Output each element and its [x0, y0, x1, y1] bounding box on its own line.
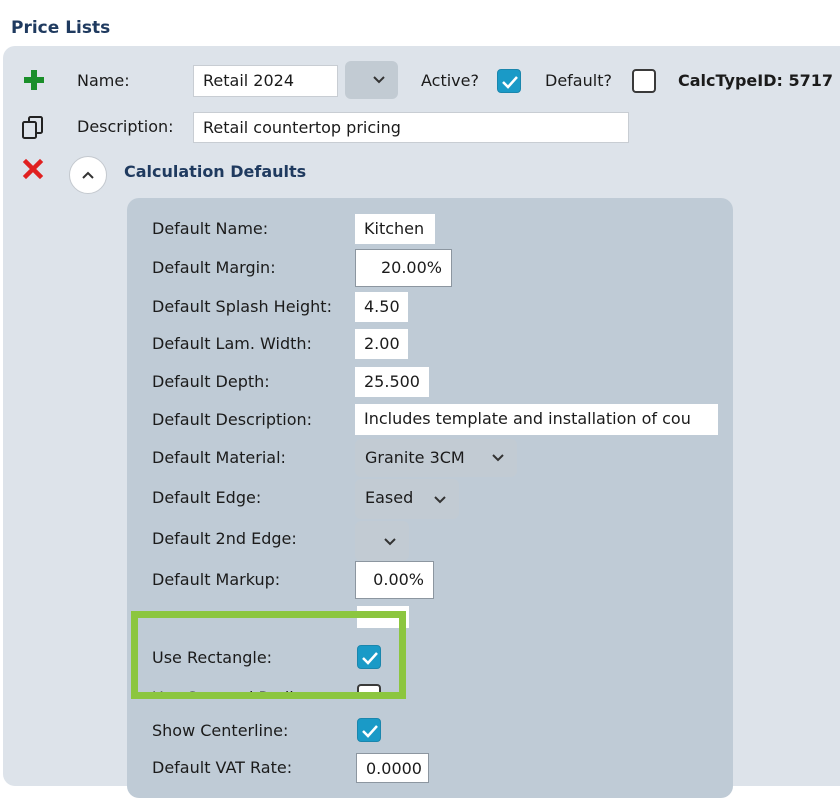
default-2nd-edge-label: Default 2nd Edge: — [152, 529, 297, 548]
default-checkbox[interactable] — [632, 69, 656, 93]
default-lam-width-label: Default Lam. Width: — [152, 334, 312, 353]
default-name-label: Default Name: — [152, 219, 269, 238]
default-splash-height-input[interactable]: 4.50 — [355, 292, 408, 322]
chevron-up-icon — [82, 171, 94, 179]
default-material-label: Default Material: — [152, 448, 286, 467]
default-lam-width-input[interactable]: 2.00 — [355, 329, 408, 359]
chevron-down-icon — [431, 479, 449, 517]
name-dropdown[interactable] — [345, 61, 398, 99]
chevron-down-icon — [489, 439, 507, 477]
default-2nd-edge-dropdown[interactable] — [355, 521, 409, 561]
default-markup-input[interactable]: 0.00% — [355, 561, 434, 599]
show-centerline-label: Show Centerline: — [152, 721, 289, 740]
close-icon[interactable] — [22, 158, 44, 180]
default-material-dropdown[interactable]: Granite 3CM — [355, 439, 517, 477]
chevron-down-icon — [381, 521, 399, 559]
description-input[interactable]: Retail countertop pricing — [193, 112, 629, 143]
default-description-label: Default Description: — [152, 410, 313, 429]
active-checkbox[interactable] — [497, 69, 521, 93]
description-label: Description: — [77, 117, 174, 136]
active-label: Active? — [421, 71, 479, 90]
collapse-button[interactable] — [69, 156, 107, 194]
checkmark-icon — [362, 725, 378, 738]
default-edge-dropdown[interactable]: Eased — [355, 479, 459, 519]
default-label: Default? — [545, 71, 612, 90]
page-title: Price Lists — [11, 18, 111, 38]
default-name-input[interactable]: Kitchen — [355, 214, 435, 244]
default-vat-rate-label: Default VAT Rate: — [152, 758, 293, 777]
default-material-value: Granite 3CM — [365, 448, 465, 467]
default-margin-input[interactable]: 20.00% — [355, 249, 452, 287]
highlight-box — [131, 611, 406, 699]
default-margin-label: Default Margin: — [152, 258, 276, 277]
name-label: Name: — [77, 71, 130, 90]
calc-type-id: CalcTypeID: 5717 — [678, 71, 833, 90]
default-vat-rate-input[interactable]: 0.0000 — [356, 753, 429, 783]
chevron-down-icon — [370, 61, 388, 99]
show-centerline-checkbox[interactable] — [357, 718, 381, 742]
default-splash-height-label: Default Splash Height: — [152, 297, 332, 316]
plus-icon[interactable] — [22, 68, 46, 92]
default-depth-input[interactable]: 25.500 — [355, 367, 429, 397]
default-depth-label: Default Depth: — [152, 372, 270, 391]
default-edge-label: Default Edge: — [152, 488, 262, 507]
checkmark-icon — [502, 76, 518, 89]
copy-icon[interactable] — [20, 114, 46, 140]
default-description-input[interactable]: Includes template and installation of co… — [355, 404, 718, 435]
default-edge-value: Eased — [365, 488, 414, 507]
name-input[interactable]: Retail 2024 — [193, 65, 338, 97]
section-title: Calculation Defaults — [124, 162, 307, 181]
default-markup-label: Default Markup: — [152, 570, 281, 589]
